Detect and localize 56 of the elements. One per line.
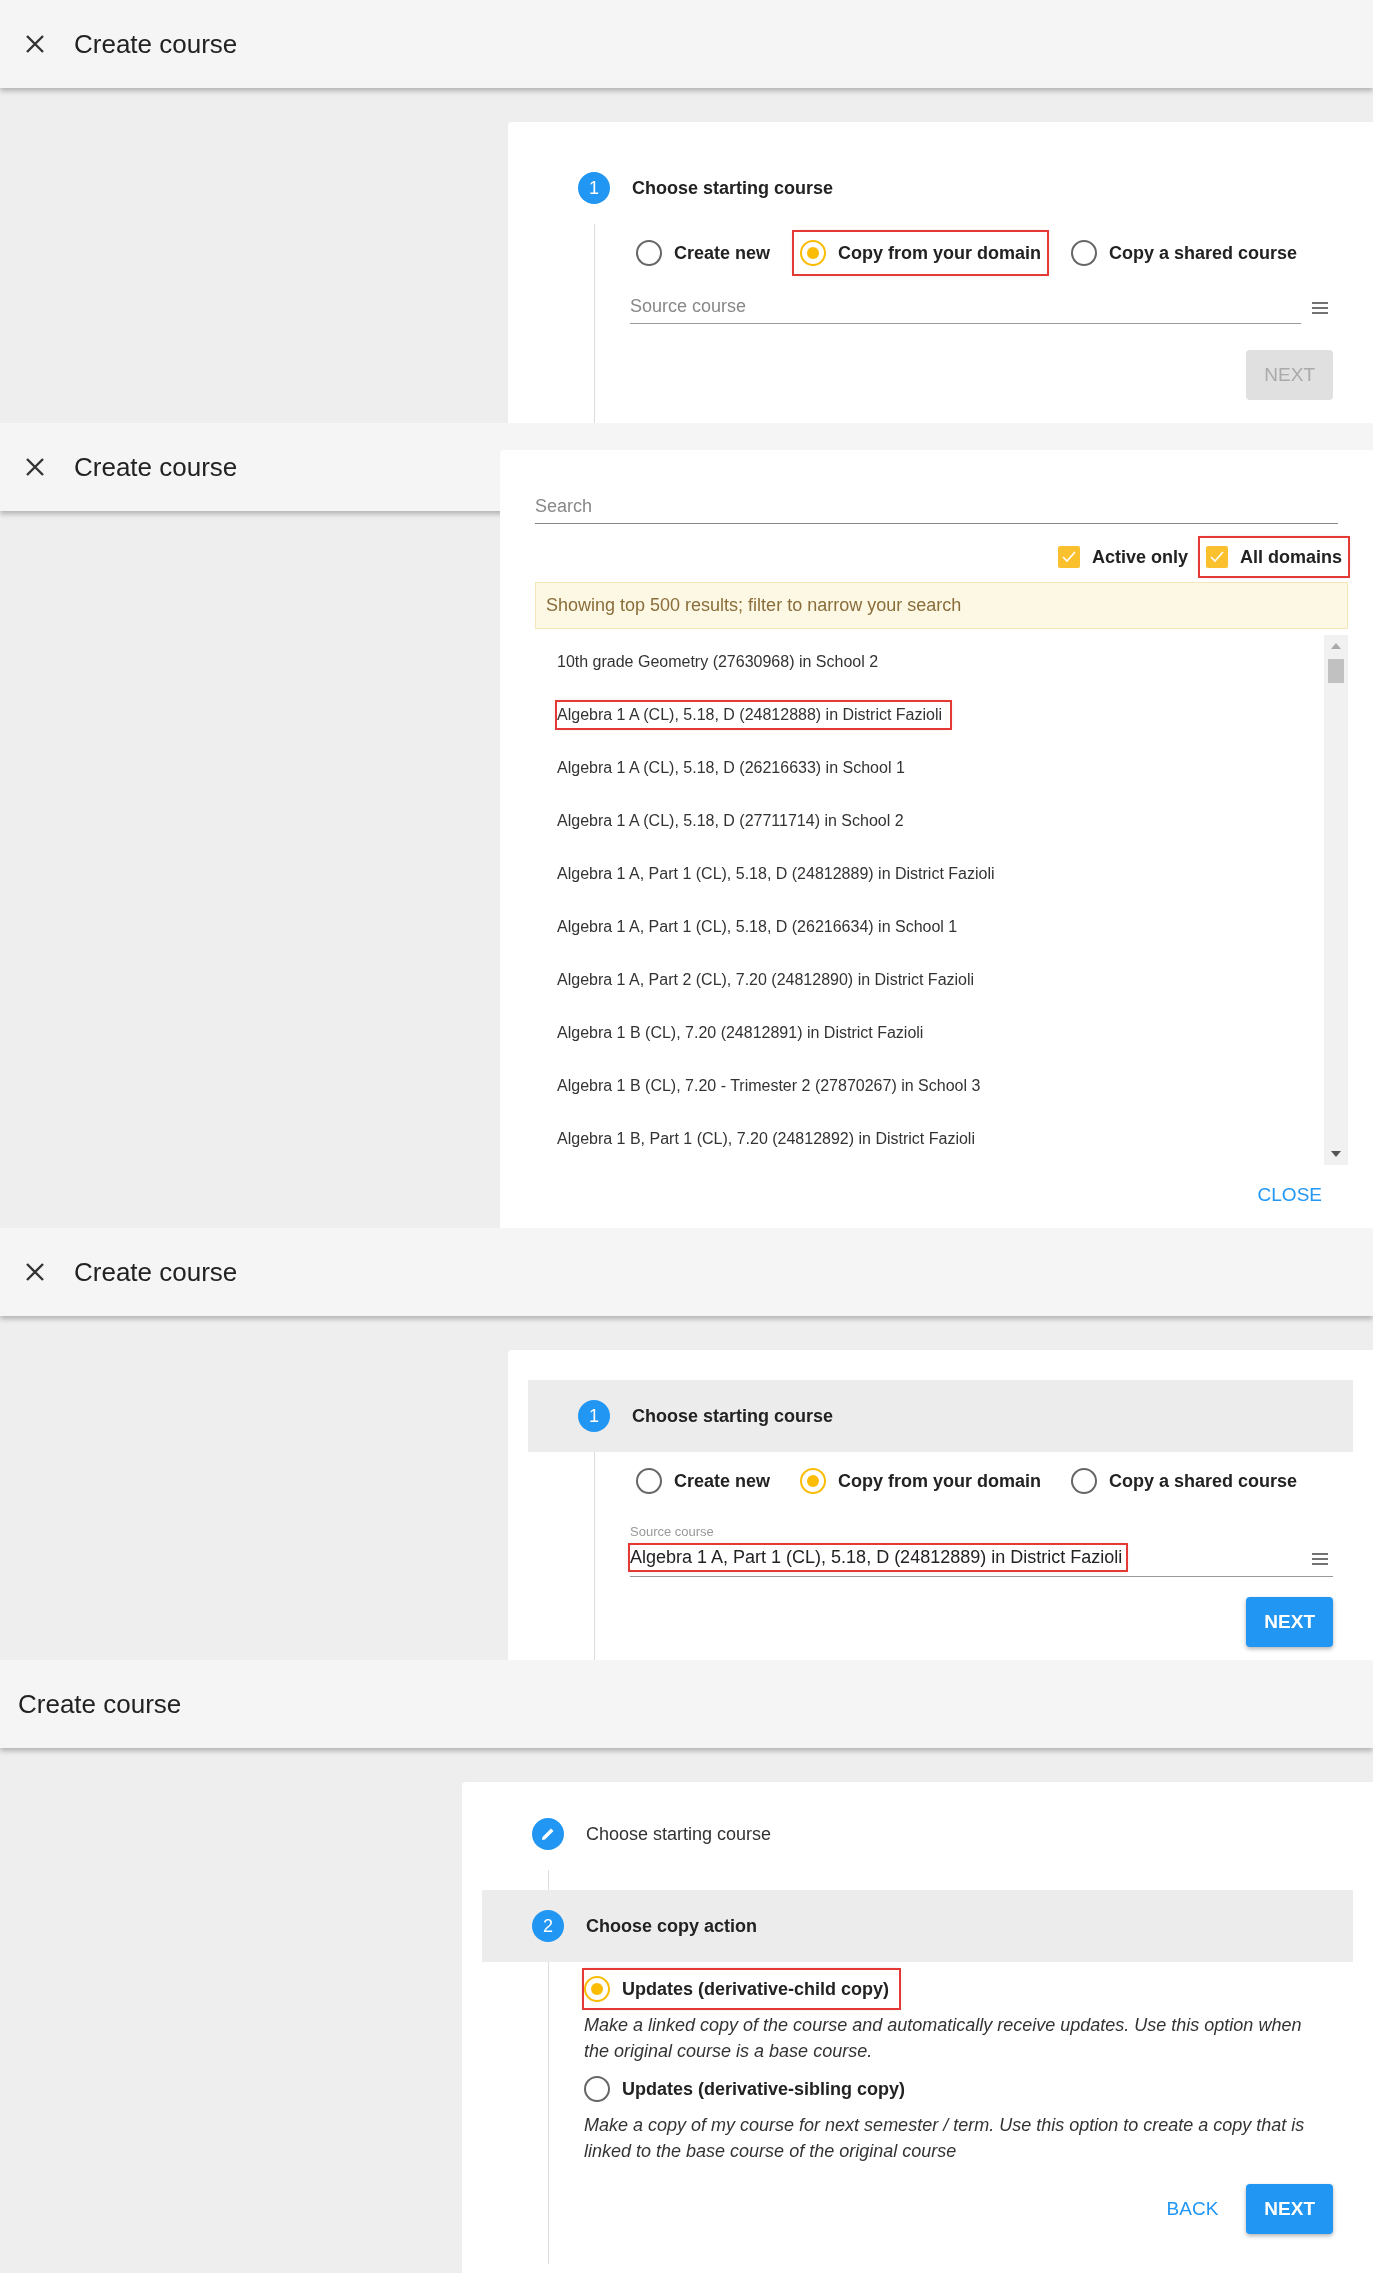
radio-button[interactable] (800, 240, 827, 266)
radio-option[interactable]: Copy from your domain (794, 232, 1048, 274)
option-description: Make a linked copy of the course and automatically receive updates. Use this option when the original course is a base course. (584, 2014, 1303, 2064)
radio-button[interactable] (584, 2076, 610, 2103)
course-list-item[interactable]: Algebra 1 A, Part 1 (CL), 5.18, D (24812889) in District Fazioli (535, 847, 1324, 900)
step-label: Choose starting course (632, 1405, 834, 1427)
close-icon[interactable] (24, 456, 46, 478)
close-icon[interactable] (24, 1261, 46, 1283)
field-value: Algebra 1 A, Part 1 (CL), 5.18, D (24812889) in District Fazioli (630, 1545, 1127, 1570)
page-title: Create course (74, 1256, 238, 1288)
radio-option[interactable]: Create new (630, 232, 777, 274)
course-list-item[interactable]: Algebra 1 A (CL), 5.18, D (24812888) in District Fazioli (535, 688, 1324, 741)
step-label: Choose copy action (586, 1915, 758, 1937)
radio-button[interactable] (636, 1468, 662, 1494)
course-list-item[interactable]: Algebra 1 B (CL), 7.20 - Trimester 2 (27870267) in School 3 (535, 1059, 1324, 1112)
radio-option[interactable]: Copy from your domain (794, 1460, 1048, 1502)
radio-option[interactable]: Updates (derivative-sibling copy) (584, 2070, 916, 2109)
course-list-item[interactable]: 10th grade Geometry (27630968) in School 2 (535, 635, 1324, 688)
radio-button[interactable] (1071, 1468, 1098, 1494)
radio-option[interactable]: Copy a shared course (1065, 232, 1304, 274)
close-icon[interactable] (24, 33, 46, 55)
source-course-field[interactable]: Source course (630, 296, 1301, 324)
step-label: Choose starting course (586, 1823, 772, 1845)
course-list-item[interactable]: Algebra 1 A (CL), 5.18, D (26216633) in School 1 (535, 741, 1324, 794)
filter-option[interactable]: All domains (1200, 538, 1348, 576)
step-number: 1 (578, 172, 610, 204)
course-list-item[interactable]: Algebra 1 A, Part 1 (CL), 5.18, D (26216634) in School 1 (535, 900, 1324, 953)
course-list-item[interactable]: Algebra 1 B, Part 1 (CL), 7.20 (24812892) in District Fazioli (535, 1112, 1324, 1165)
page-title: Create course (74, 451, 238, 483)
check-icon (1209, 549, 1225, 565)
radio-option[interactable]: Updates (derivative-child copy) (584, 1970, 900, 2008)
results-notice: Showing top 500 results; filter to narrow your search (535, 582, 1348, 629)
step-number: 2 (532, 1910, 564, 1942)
filter-option[interactable]: Active only (1051, 538, 1194, 576)
course-list-item[interactable]: Algebra 1 A, Part 2 (CL), 7.20 (24812890) in District Fazioli (535, 953, 1324, 1006)
check-icon (1060, 549, 1077, 565)
radio-button[interactable] (1071, 240, 1098, 266)
page-title: Create course (18, 1688, 182, 1720)
field-label: Source course (630, 1524, 715, 1539)
option-description: Make a copy of my course for next semester / term. Use this option to create a copy that is linked to the base course of the original course (584, 2114, 1306, 2164)
menu-icon[interactable] (1311, 1552, 1329, 1566)
checkbox[interactable] (1057, 546, 1080, 568)
course-list-item[interactable]: Algebra 1 A (CL), 5.18, D (27711714) in School 2 (535, 794, 1324, 847)
step-number: 1 (578, 1400, 610, 1432)
course-list-item[interactable]: Algebra 1 B (CL), 7.20 (24812891) in District Fazioli (535, 1006, 1324, 1059)
pencil-icon (532, 1818, 564, 1850)
radio-button[interactable] (584, 1976, 610, 2002)
checkbox[interactable] (1206, 546, 1228, 568)
radio-option[interactable]: Copy a shared course (1065, 1460, 1304, 1502)
step-label: Choose starting course (632, 177, 834, 199)
radio-button[interactable] (800, 1468, 827, 1494)
menu-icon[interactable] (1311, 301, 1329, 315)
page-title: Create course (74, 28, 238, 60)
radio-button[interactable] (636, 240, 662, 266)
source-course-field[interactable]: Source course Algebra 1 A, Part 1 (CL), 5.18, D (24812889) in District Fazioli (630, 1524, 1333, 1577)
radio-option[interactable]: Create new (630, 1460, 777, 1502)
